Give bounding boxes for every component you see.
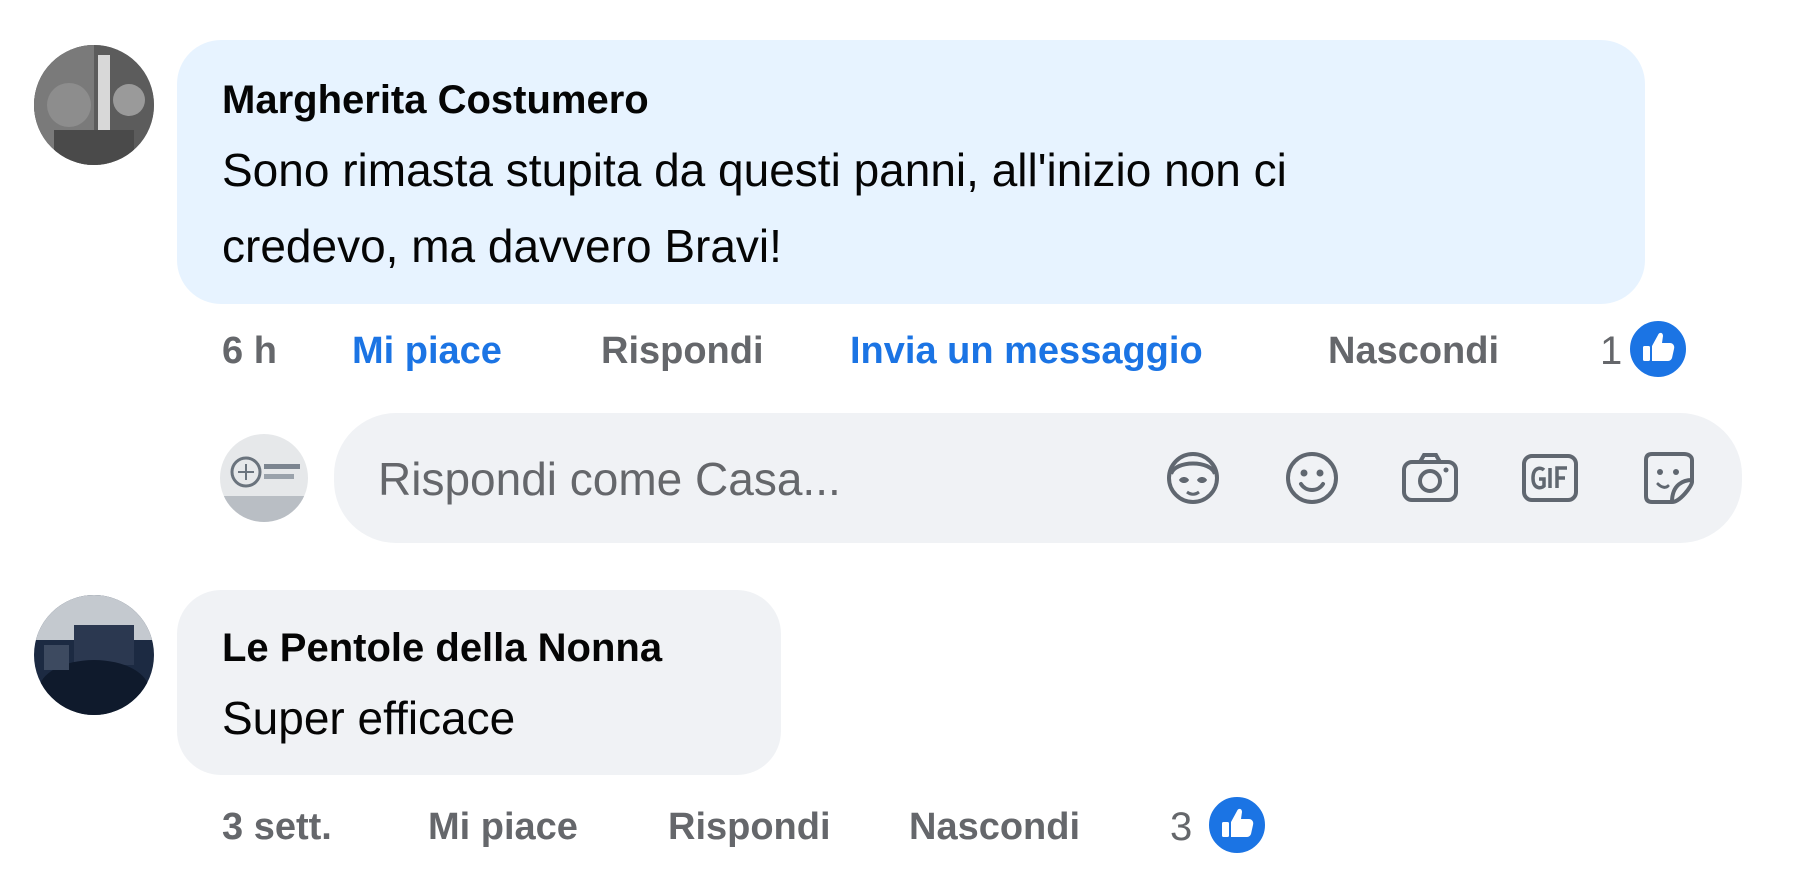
comment-thread: Margherita Costumero Sono rimasta stupit… [0, 0, 1793, 877]
reaction-count[interactable]: 1 [1600, 329, 1622, 374]
emoji-icon[interactable] [1280, 446, 1344, 510]
reply-button[interactable]: Rispondi [601, 330, 764, 373]
comment-author[interactable]: Le Pentole della Nonna [222, 626, 662, 671]
reply-placeholder: Rispondi come Casa... [378, 453, 841, 505]
comment-author[interactable]: Margherita Costumero [222, 78, 649, 123]
avatar-sticker-icon[interactable] [1161, 446, 1225, 510]
camera-icon[interactable] [1398, 446, 1462, 510]
like-button[interactable]: Mi piace [352, 330, 502, 373]
gif-icon[interactable] [1518, 446, 1582, 510]
comment-text-line-2: credevo, ma davvero Bravi! [222, 220, 782, 272]
hide-button[interactable]: Nascondi [1328, 330, 1499, 373]
comment-text: Super efficace [222, 692, 516, 744]
send-message-button[interactable]: Invia un messaggio [850, 330, 1203, 373]
like-thumb-icon[interactable] [1205, 793, 1269, 857]
avatar-photo [34, 595, 154, 715]
page-logo-avatar [220, 434, 308, 522]
avatar-le-pentole[interactable] [34, 595, 154, 715]
sticker-icon[interactable] [1636, 446, 1700, 510]
like-button[interactable]: Mi piace [428, 806, 578, 849]
reply-button[interactable]: Rispondi [668, 806, 831, 849]
avatar-photo [34, 45, 154, 165]
reaction-count[interactable]: 3 [1170, 805, 1192, 850]
comment-timestamp[interactable]: 6 h [222, 330, 277, 373]
comment-timestamp[interactable]: 3 sett. [222, 806, 332, 849]
avatar-margherita[interactable] [34, 45, 154, 165]
like-thumb-icon[interactable] [1626, 317, 1690, 381]
hide-button[interactable]: Nascondi [909, 806, 1080, 849]
composer-avatar[interactable] [220, 434, 308, 522]
comment-text-line-1: Sono rimasta stupita da questi panni, al… [222, 144, 1287, 196]
